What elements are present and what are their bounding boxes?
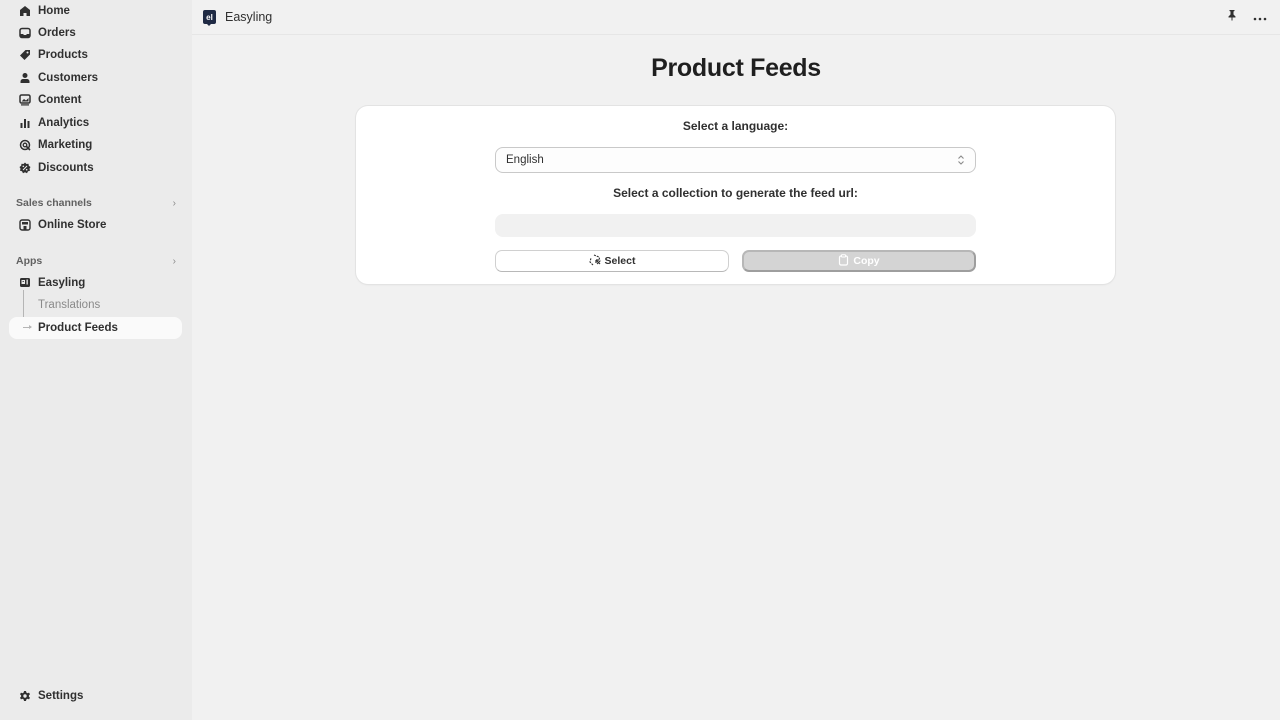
- sidebar-item-label: Online Store: [38, 219, 107, 231]
- page-title: Product Feeds: [651, 54, 821, 82]
- discount-icon: [18, 161, 32, 175]
- gear-icon: [18, 689, 32, 703]
- sidebar-item-settings[interactable]: Settings: [9, 685, 182, 707]
- sidebar-item-label: Product Feeds: [38, 322, 118, 334]
- select-collection-button[interactable]: Select: [495, 250, 729, 272]
- chevron-right-icon: ›: [172, 255, 176, 267]
- sidebar-item-label: Settings: [38, 690, 84, 702]
- copy-url-button[interactable]: Copy: [742, 250, 976, 272]
- easyling-logo-icon: el: [203, 10, 216, 26]
- sidebar-item-customers[interactable]: Customers: [9, 67, 182, 89]
- sidebar-item-content[interactable]: Content: [9, 89, 182, 111]
- target-icon: [18, 138, 32, 152]
- product-feeds-card: Select a language: English Select a coll…: [356, 106, 1115, 284]
- sidebar-item-label: Customers: [38, 72, 99, 84]
- sidebar-item-online-store[interactable]: Online Store: [9, 214, 182, 236]
- collection-select-icon: [588, 253, 601, 269]
- sidebar-item-marketing[interactable]: Marketing: [9, 134, 182, 156]
- store-icon: [18, 218, 32, 232]
- section-label: Apps: [16, 255, 43, 267]
- image-icon: [18, 93, 32, 107]
- select-updown-icon: [957, 154, 965, 166]
- sidebar-item-label: Analytics: [38, 117, 90, 129]
- sidebar-item-translations[interactable]: Translations: [9, 294, 182, 316]
- bar-chart-icon: [18, 116, 32, 130]
- feed-url-field[interactable]: [495, 214, 976, 237]
- sidebar-item-orders[interactable]: Orders: [9, 22, 182, 44]
- copy-button-label: Copy: [853, 255, 880, 267]
- language-select[interactable]: English: [495, 147, 976, 173]
- sidebar-item-home[interactable]: Home: [9, 0, 182, 22]
- sidebar-item-label: Easyling: [38, 277, 86, 289]
- sidebar-item-easyling[interactable]: Easyling: [9, 272, 182, 294]
- more-icon: [1253, 8, 1267, 26]
- sales-channels-header[interactable]: Sales channels ›: [16, 195, 182, 211]
- pin-icon: [1226, 8, 1238, 26]
- inbox-icon: [18, 26, 32, 40]
- sidebar-item-label: Products: [38, 49, 88, 61]
- sidebar-item-label: Translations: [38, 299, 101, 311]
- sidebar-item-analytics[interactable]: Analytics: [9, 112, 182, 134]
- select-button-label: Select: [604, 255, 636, 267]
- sidebar-item-label: Discounts: [38, 162, 94, 174]
- tree-arrow-icon: [23, 325, 32, 329]
- sidebar-item-label: Marketing: [38, 139, 93, 151]
- app-title: Easyling: [225, 10, 273, 24]
- apps-header[interactable]: Apps ›: [16, 253, 182, 269]
- section-label: Sales channels: [16, 197, 92, 209]
- app-header: el Easyling: [192, 0, 1280, 35]
- tag-icon: [18, 48, 32, 62]
- collection-label: Select a collection to generate the feed…: [613, 186, 858, 200]
- person-icon: [18, 71, 32, 85]
- more-actions-button[interactable]: [1252, 9, 1268, 25]
- pin-button[interactable]: [1224, 9, 1240, 25]
- home-icon: [18, 4, 32, 18]
- sidebar-item-discounts[interactable]: Discounts: [9, 157, 182, 179]
- sidebar-item-label: Orders: [38, 27, 76, 39]
- clipboard-icon: [838, 253, 849, 269]
- sidebar-item-products[interactable]: Products: [9, 44, 182, 66]
- sidebar-item-label: Content: [38, 94, 82, 106]
- sidebar-item-label: Home: [38, 5, 70, 17]
- sidebar-item-product-feeds[interactable]: Product Feeds: [9, 317, 182, 339]
- language-select-value: English: [506, 154, 544, 166]
- language-label: Select a language:: [682, 119, 789, 133]
- chevron-right-icon: ›: [172, 197, 176, 209]
- easyling-icon: [18, 276, 32, 290]
- sidebar: Home Orders Products Customers Content A…: [0, 0, 192, 720]
